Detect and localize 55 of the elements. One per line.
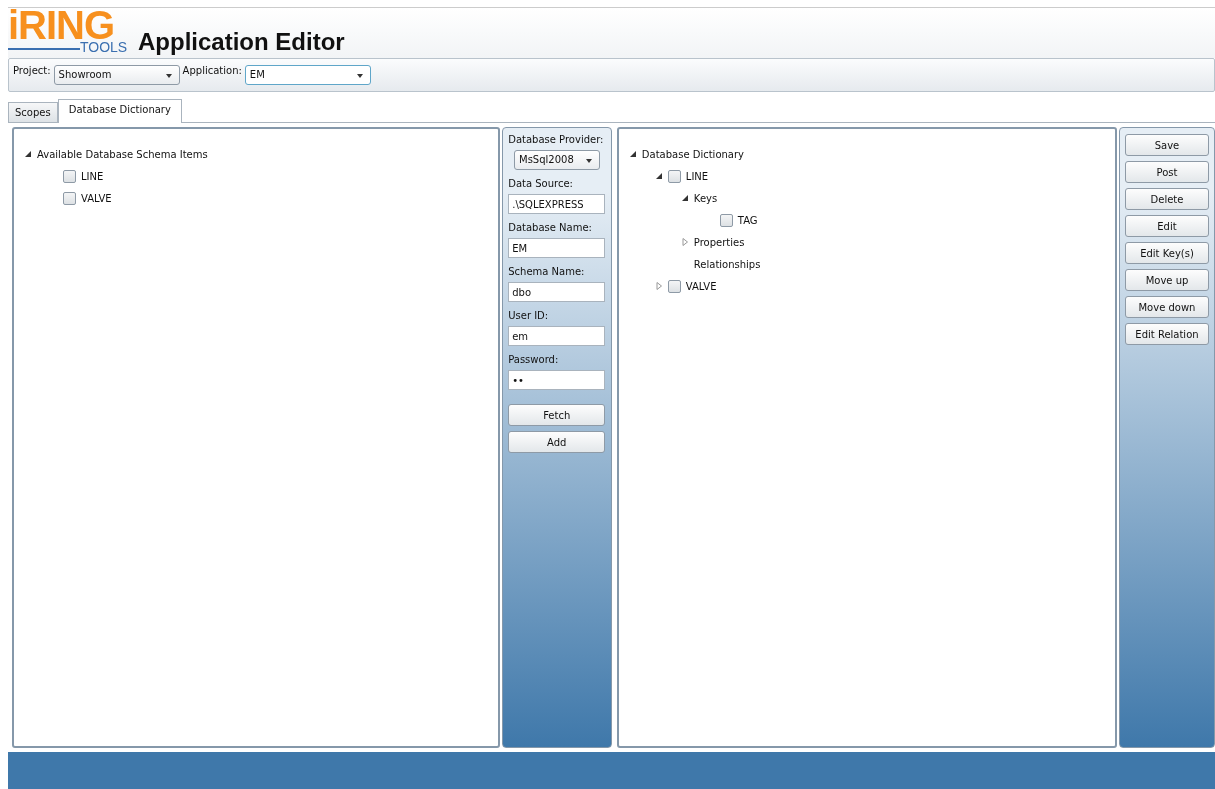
application-dropdown[interactable]: EM <box>244 65 371 85</box>
application-label: Application: <box>182 65 242 76</box>
tree-item[interactable]: TAG <box>737 214 758 226</box>
action-button[interactable]: Add <box>508 431 606 453</box>
checkbox[interactable] <box>63 191 76 205</box>
tree-item[interactable]: Available Database Schema Items <box>37 148 208 160</box>
tab[interactable]: Database Dictionary <box>57 99 182 123</box>
tree-item[interactable]: VALVE <box>685 280 717 292</box>
expanded-triangle-icon[interactable] <box>680 194 689 202</box>
field-label: Password: <box>508 354 559 365</box>
input-field[interactable]: dbo <box>508 282 606 302</box>
action-button[interactable]: Save <box>1125 134 1209 156</box>
field-label: Schema Name: <box>508 266 585 277</box>
tree-item[interactable]: LINE <box>81 170 104 182</box>
action-button[interactable]: Move down <box>1125 296 1209 318</box>
tab[interactable]: Scopes <box>8 102 58 122</box>
app-title: Application Editor <box>138 28 345 56</box>
logo-text: iRING <box>8 8 115 42</box>
action-button[interactable]: Post <box>1125 161 1209 183</box>
field-label: Database Provider: <box>508 134 604 145</box>
tree-item[interactable]: VALVE <box>81 192 112 204</box>
action-button[interactable]: Edit <box>1125 215 1209 237</box>
tree-item[interactable]: Properties <box>693 236 745 248</box>
caret-icon <box>356 74 363 78</box>
expanded-triangle-icon[interactable] <box>24 150 32 158</box>
checkbox[interactable] <box>719 213 733 227</box>
expanded-triangle-icon[interactable] <box>628 150 637 158</box>
collapsed-triangle-icon[interactable] <box>654 282 663 290</box>
logo-subtext: TOOLS <box>80 40 128 54</box>
checkbox[interactable] <box>63 169 76 183</box>
collapsed-triangle-icon[interactable] <box>680 238 689 246</box>
input-field[interactable]: .\SQLEXPRESS <box>508 194 606 214</box>
tree-item[interactable]: LINE <box>685 170 709 182</box>
action-button[interactable]: Edit Relation <box>1125 323 1209 345</box>
field-label: Data Source: <box>508 178 573 189</box>
password-field[interactable]: •• <box>508 370 606 390</box>
action-button[interactable]: Edit Key(s) <box>1125 242 1209 264</box>
action-button[interactable]: Fetch <box>508 404 606 426</box>
project-label: Project: <box>13 65 51 76</box>
tree-item[interactable]: Keys <box>693 192 718 204</box>
tree-item[interactable]: Database Dictionary <box>641 148 744 160</box>
provider-dropdown[interactable]: MsSql2008 <box>514 150 600 170</box>
expanded-triangle-icon[interactable] <box>654 172 663 180</box>
field-label: User ID: <box>508 310 549 321</box>
checkbox[interactable] <box>667 279 681 293</box>
action-button[interactable]: Move up <box>1125 269 1209 291</box>
input-field[interactable]: EM <box>508 238 606 258</box>
caret-icon <box>165 74 172 78</box>
action-button[interactable]: Delete <box>1125 188 1209 210</box>
field-label: Database Name: <box>508 222 592 233</box>
project-dropdown[interactable]: Showroom <box>53 65 180 85</box>
checkbox[interactable] <box>667 169 681 183</box>
caret-icon <box>586 159 592 163</box>
tree-item[interactable]: Relationships <box>693 258 761 270</box>
input-field[interactable]: em <box>508 326 606 346</box>
